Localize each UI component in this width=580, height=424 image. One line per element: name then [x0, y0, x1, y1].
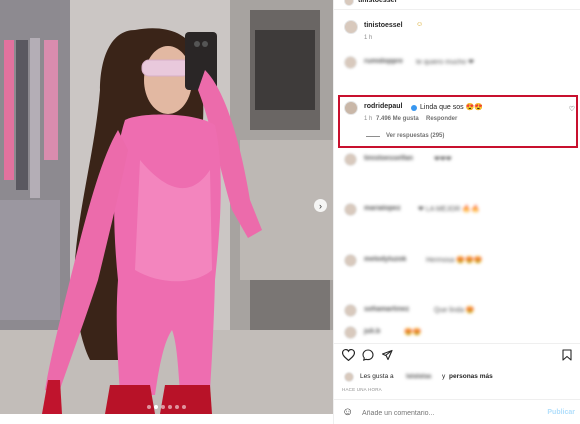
- comment-text: Que linda 😍: [434, 307, 475, 314]
- comment-avatar[interactable]: [344, 304, 357, 317]
- save-bookmark-icon[interactable]: [562, 349, 572, 361]
- liker-username[interactable]: lalalalaa: [406, 373, 431, 380]
- highlight-annotation-box: [338, 95, 578, 148]
- caption-time: 1 h: [364, 35, 373, 41]
- comment-row: rumidoppre te quiero mucho ❤: [334, 56, 580, 76]
- comment-avatar[interactable]: [344, 56, 357, 69]
- actions-divider: [334, 343, 580, 344]
- comment-row: melodyluzok Hermosa 😍😍😍: [334, 254, 580, 270]
- comment-username[interactable]: juli.b: [364, 328, 380, 335]
- comment-username[interactable]: marialopez: [364, 205, 401, 212]
- caption-avatar[interactable]: [344, 20, 358, 34]
- comment-avatar[interactable]: [344, 326, 357, 339]
- comment-text: Hermosa 😍😍😍: [426, 257, 483, 264]
- comment-text: ❤❤❤: [434, 156, 452, 163]
- next-photo-button[interactable]: ›: [314, 199, 327, 212]
- likes-prefix: Les gusta a: [360, 373, 394, 380]
- caption-row: tinistoessel ☺ 1 h: [334, 20, 580, 48]
- comment-input[interactable]: [362, 407, 532, 419]
- header-divider: [334, 9, 580, 10]
- carousel-dot: [147, 405, 151, 409]
- carousel-dot: [168, 405, 172, 409]
- comment-row: juli.b 😍😍: [334, 326, 580, 340]
- comment-row: tinistoesselfan ❤❤❤: [334, 153, 580, 169]
- comment-username[interactable]: tinistoesselfan: [364, 155, 413, 162]
- post-timestamp: HACE UNA HORA: [342, 387, 382, 392]
- comment-row: sofiamartinez Que linda 😍: [334, 304, 580, 320]
- author-username[interactable]: tinistoessel: [358, 0, 397, 4]
- carousel-dot: [182, 405, 186, 409]
- carousel-dot: [161, 405, 165, 409]
- likes-summary: Les gusta a lalalalaa y personas más: [334, 372, 580, 384]
- comment-avatar[interactable]: [344, 203, 357, 216]
- comment-avatar[interactable]: [344, 254, 357, 267]
- comment-username[interactable]: melodyluzok: [364, 256, 406, 263]
- likes-others-link[interactable]: personas más: [449, 373, 493, 380]
- share-send-icon[interactable]: [381, 349, 393, 361]
- post-side-panel: tinistoessel tinistoessel ☺ 1 h rumidopp…: [333, 0, 580, 424]
- like-heart-icon[interactable]: [342, 349, 355, 361]
- carousel-dot: [175, 405, 179, 409]
- comment-text: ❤ LA MEJOR 🔥🔥: [418, 206, 480, 213]
- emoji-picker-icon[interactable]: ☺: [342, 406, 353, 418]
- carousel-dot-active: [154, 405, 158, 409]
- comment-box: ☺ Publicar: [334, 403, 580, 423]
- liker-avatar[interactable]: [344, 372, 354, 382]
- author-avatar[interactable]: [344, 0, 354, 6]
- carousel-dots: [0, 405, 333, 409]
- comment-username[interactable]: sofiamartinez: [364, 306, 409, 313]
- likes-connector: y: [442, 373, 446, 380]
- caption-username[interactable]: tinistoessel: [364, 22, 403, 29]
- photo-illustration: [0, 0, 333, 414]
- publish-button[interactable]: Publicar: [547, 409, 575, 416]
- post-photo[interactable]: ›: [0, 0, 333, 414]
- comment-avatar[interactable]: [344, 153, 357, 166]
- comment-text: 😍😍: [404, 329, 422, 336]
- comment-username[interactable]: rumidoppre: [364, 58, 403, 65]
- comment-bubble-icon[interactable]: [362, 349, 374, 361]
- comment-box-divider: [334, 399, 580, 400]
- caption-emoji: ☺: [416, 21, 424, 28]
- instagram-post-view: › tinistoessel tinistoessel ☺ 1 h rumido…: [0, 0, 580, 424]
- comment-row: marialopez ❤ LA MEJOR 🔥🔥: [334, 203, 580, 219]
- comment-text: te quiero mucho ❤: [416, 59, 475, 66]
- post-actions: [334, 347, 580, 365]
